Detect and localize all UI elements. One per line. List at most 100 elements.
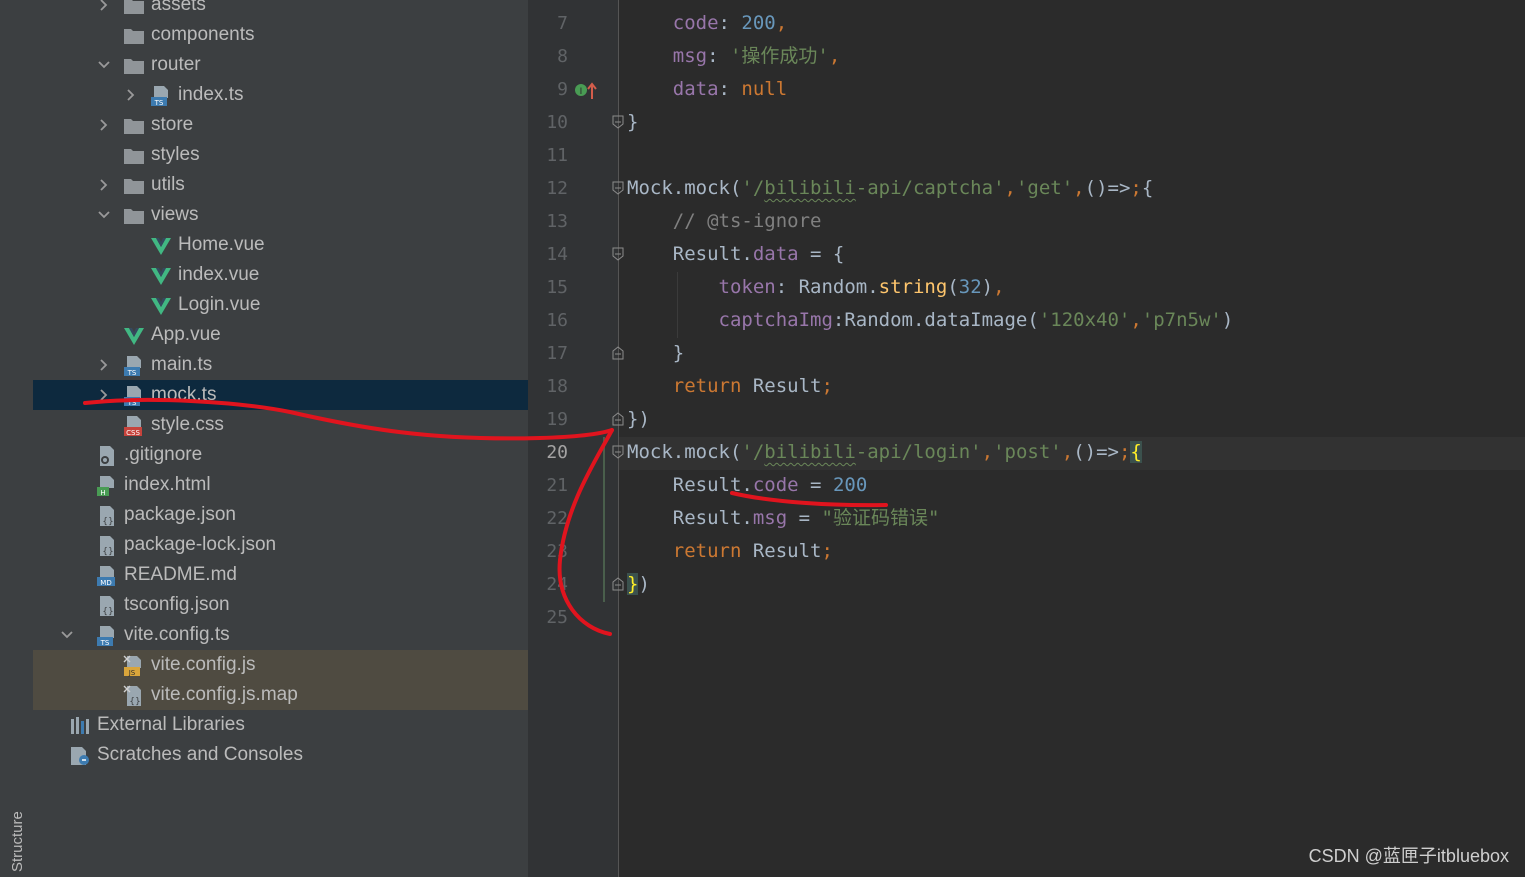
tree-item[interactable]: Home.vue [33, 230, 528, 260]
line-number: 11 [546, 145, 568, 166]
tree-item[interactable]: TS main.ts [33, 350, 528, 380]
line-number: 20 [546, 442, 568, 463]
typescript-file-icon: TS [96, 625, 118, 647]
folder-icon [123, 205, 145, 227]
tree-item[interactable]: store [33, 110, 528, 140]
tree-item[interactable]: CSS style.css [33, 410, 528, 440]
tree-item-label: package-lock.json [124, 534, 277, 555]
tree-item[interactable]: {} vite.config.js.map [33, 680, 528, 710]
tree-item[interactable]: TS mock.ts [33, 380, 528, 410]
chevron-right-icon[interactable] [96, 387, 112, 403]
tree-item[interactable]: styles [33, 140, 528, 170]
tree-item[interactable]: Scratches and Consoles [33, 740, 528, 770]
code-line[interactable]: // @ts-ignore [627, 205, 822, 238]
tree-item[interactable]: App.vue [33, 320, 528, 350]
tree-item[interactable]: MD README.md [33, 560, 528, 590]
tree-item[interactable]: {} package.json [33, 500, 528, 530]
chevron-right-icon[interactable] [96, 0, 112, 13]
tree-item[interactable]: views [33, 200, 528, 230]
tree-item[interactable]: router [33, 50, 528, 80]
code-line[interactable]: Result.code = 200 [627, 469, 868, 502]
code-line[interactable]: } [627, 106, 638, 139]
chevron-down-icon[interactable] [96, 207, 112, 223]
code-line[interactable]: Result.msg = "验证码错误" [627, 502, 940, 535]
code-line[interactable]: data: null [627, 73, 787, 106]
markdown-file-icon: MD [96, 565, 118, 587]
code-line[interactable]: } [627, 337, 684, 370]
json-file-icon: {} [96, 595, 118, 617]
line-number: 12 [546, 178, 568, 199]
fold-marker-icon[interactable] [612, 577, 624, 591]
fold-marker-icon[interactable] [612, 115, 624, 129]
chevron-right-icon[interactable] [96, 177, 112, 193]
code-line[interactable]: return Result; [627, 535, 833, 568]
tree-item-label: External Libraries [97, 714, 245, 735]
map-file-icon: {} [123, 685, 145, 707]
code-line[interactable]: Mock.mock('/bilibili-api/captcha','get',… [627, 172, 1153, 205]
tree-item[interactable]: External Libraries [33, 710, 528, 740]
chevron-right-icon[interactable] [96, 117, 112, 133]
chevron-down-icon[interactable] [59, 627, 75, 643]
line-number: 22 [546, 508, 568, 529]
code-line[interactable]: code: 200, [627, 7, 787, 40]
watermark: CSDN @蓝匣子itbluebox [1308, 846, 1509, 866]
tree-item[interactable]: TS index.ts [33, 80, 528, 110]
code-line[interactable]: }) [627, 403, 650, 436]
tree-item-label: main.ts [151, 354, 213, 375]
tree-item[interactable]: components [33, 20, 528, 50]
line-number: 10 [546, 112, 568, 133]
tree-item[interactable]: index.vue [33, 260, 528, 290]
tree-item[interactable]: Hindex.html [33, 470, 528, 500]
tree-item[interactable]: Login.vue [33, 290, 528, 320]
vue-file-icon [150, 235, 172, 257]
code-line[interactable]: Mock.mock('/bilibili-api/login','post',(… [627, 436, 1142, 469]
line-number: 17 [546, 343, 568, 364]
chevron-right-icon[interactable] [96, 357, 112, 373]
tree-item-label: Scratches and Consoles [97, 744, 303, 765]
vue-file-icon [150, 295, 172, 317]
chevron-right-icon[interactable] [123, 87, 139, 103]
tree-item-label: style.css [151, 414, 224, 435]
code-line[interactable]: Result.data = { [627, 238, 845, 271]
code-line[interactable]: }) [627, 568, 650, 601]
code-line[interactable]: return Result; [627, 370, 833, 403]
tree-item[interactable]: TS vite.config.ts [33, 620, 528, 650]
structure-tool-tab[interactable]: Structure [9, 811, 26, 872]
fold-marker-icon[interactable] [612, 346, 624, 360]
fold-marker-icon[interactable] [612, 412, 624, 426]
typescript-file-icon: TS [150, 85, 172, 107]
tree-item[interactable]: {} package-lock.json [33, 530, 528, 560]
code-line[interactable]: token: Random.string(32), [627, 271, 1005, 304]
fold-marker-icon[interactable] [612, 181, 624, 195]
svg-text:TS: TS [127, 399, 137, 407]
svg-text:TS: TS [100, 639, 110, 647]
tree-item[interactable]: utils [33, 170, 528, 200]
svg-text:{}: {} [102, 607, 113, 617]
tree-item[interactable]: {} tsconfig.json [33, 590, 528, 620]
tree-item-label: vite.config.js.map [151, 684, 298, 705]
folder-icon [123, 0, 145, 17]
implementation-marker-icon[interactable]: I [574, 81, 598, 101]
svg-text:H: H [100, 489, 105, 497]
tree-item[interactable]: .gitignore [33, 440, 528, 470]
chevron-down-icon[interactable] [96, 57, 112, 73]
line-number: 18 [546, 376, 568, 397]
fold-marker-icon[interactable] [612, 247, 624, 261]
line-number: 16 [546, 310, 568, 331]
svg-text:TS: TS [127, 369, 137, 377]
tool-window-strip: Structure [0, 0, 34, 877]
tree-item[interactable]: assets [33, 0, 528, 20]
code-line[interactable]: msg: '操作成功', [627, 40, 841, 73]
code-line[interactable]: captchaImg:Random.dataImage('120x40','p7… [627, 304, 1234, 337]
tree-item[interactable]: JS vite.config.js [33, 650, 528, 680]
fold-marker-icon[interactable] [612, 445, 624, 459]
typescript-file-icon: TS [123, 385, 145, 407]
line-number: 8 [557, 46, 568, 67]
tree-item-label: store [151, 114, 194, 135]
line-number: 21 [546, 475, 568, 496]
scratches-icon [69, 745, 91, 767]
vue-file-icon [150, 265, 172, 287]
tree-item-label: styles [151, 144, 200, 165]
tree-item-label: components [151, 24, 255, 45]
javascript-file-icon: JS [123, 655, 145, 677]
